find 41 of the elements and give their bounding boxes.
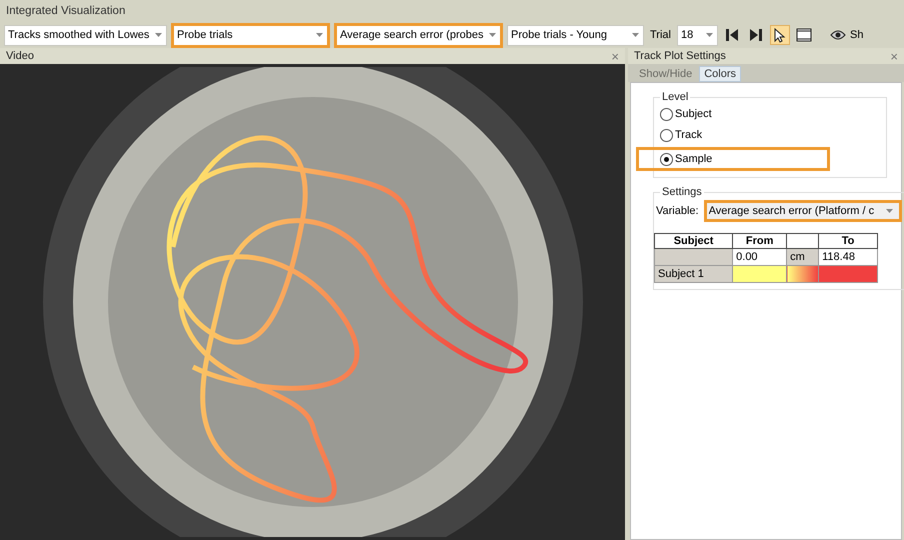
- trial-label: Trial: [649, 29, 672, 41]
- dropdown[interactable]: Probe trials: [171, 22, 330, 48]
- table-cell: 0.00: [732, 248, 787, 266]
- group-title: Level: [661, 91, 690, 103]
- color-swatch[interactable]: [732, 266, 787, 282]
- variable-dropdown[interactable]: Average search error (Platform / c: [704, 200, 902, 222]
- column-header: To: [818, 234, 878, 248]
- skip-back-icon: [724, 28, 739, 42]
- dropdown[interactable]: Average search error (probes: [334, 22, 503, 48]
- column-header: Subject: [654, 234, 733, 248]
- radio-option[interactable]: Track: [660, 126, 882, 144]
- dropdown[interactable]: Probe trials - Young: [507, 24, 644, 46]
- dropdown[interactable]: Tracks smoothed with Lowes: [4, 24, 167, 46]
- panel-title: Track Plot Settings: [634, 50, 726, 62]
- color-swatch[interactable]: [818, 266, 878, 282]
- column-header: From: [732, 234, 787, 248]
- table-cell: Subject 1: [654, 266, 733, 282]
- trial-dropdown[interactable]: 18: [676, 24, 718, 46]
- radio-option[interactable]: Subject: [660, 105, 882, 123]
- caret-icon: [315, 32, 324, 38]
- table-cell: cm: [786, 248, 819, 266]
- caret-icon: [704, 32, 714, 38]
- variable-label: Variable:: [655, 205, 700, 217]
- table-cell: 118.48: [818, 248, 878, 266]
- skip-forward-icon: [748, 28, 763, 42]
- radio-option[interactable]: Sample: [636, 147, 830, 171]
- show-button[interactable]: Sh: [818, 25, 864, 45]
- gradient-swatch: [786, 266, 819, 282]
- caret-icon: [631, 32, 640, 38]
- group-title: Settings: [661, 186, 703, 198]
- column-header: [786, 234, 819, 248]
- caret-icon: [884, 208, 894, 214]
- film-icon: [796, 28, 812, 42]
- window-title: Integrated Visualization: [5, 4, 126, 19]
- caret-icon: [488, 32, 497, 38]
- toolbar-button[interactable]: [770, 25, 790, 45]
- caret-icon: [154, 32, 163, 38]
- panel-title: Video: [6, 50, 34, 62]
- eye-icon: [830, 29, 846, 41]
- tab[interactable]: Colors: [699, 66, 741, 82]
- pointer-icon: [774, 28, 786, 42]
